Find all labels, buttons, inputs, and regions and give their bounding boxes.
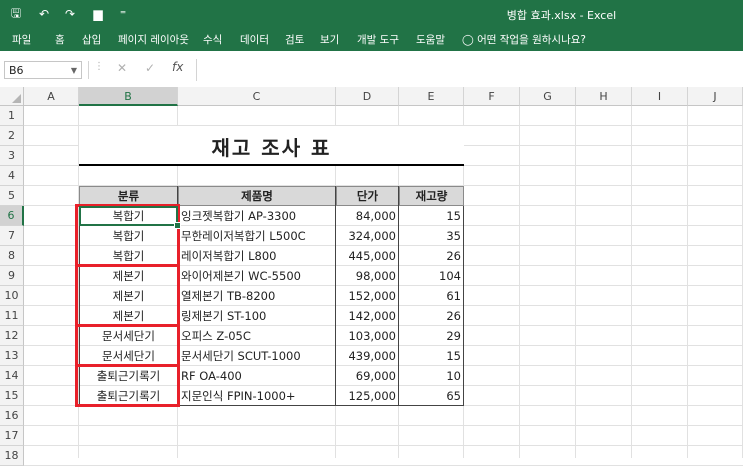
gridline-horizontal (24, 425, 743, 426)
divider (88, 61, 89, 79)
tell-me-box[interactable]: ◯ 어떤 작업을 원하시나요? (462, 32, 586, 47)
active-cell[interactable] (79, 206, 178, 226)
name-box[interactable]: B6 ▼ (4, 61, 82, 79)
row-header-18[interactable]: 18 (0, 446, 24, 466)
more-icon: ⋮ (94, 61, 104, 72)
tab-4[interactable]: 페이지 레이아웃 (118, 32, 189, 47)
chevron-down-icon[interactable]: ▼ (71, 62, 77, 80)
row-header-14[interactable]: 14 (0, 366, 24, 386)
tell-me-text: 어떤 작업을 원하시나요? (477, 34, 586, 46)
enter-icon[interactable]: ✓ (145, 61, 155, 75)
row-header-13[interactable]: 13 (0, 346, 24, 366)
sheet-title: 재고 조사 표 (211, 135, 332, 160)
row-header-5[interactable]: 5 (0, 186, 24, 206)
title-bar: 🖫 ↶ ↷ ▆ ⁼ 병합 효과.xlsx - Excel (0, 0, 743, 28)
row-header-2[interactable]: 2 (0, 126, 24, 146)
row-header-10[interactable]: 10 (0, 286, 24, 306)
table-header-2: 제품명 (178, 186, 336, 206)
insert-function-button[interactable]: fx (172, 60, 183, 74)
tab-2[interactable]: 홈 (55, 32, 65, 47)
row-header-1[interactable]: 1 (0, 106, 24, 126)
column-header-C[interactable]: C (178, 87, 336, 106)
gridline-horizontal (24, 445, 743, 446)
row-header-8[interactable]: 8 (0, 246, 24, 266)
select-all-button[interactable] (0, 87, 24, 106)
table-column-divider (398, 186, 399, 406)
tab-6[interactable]: 데이터 (240, 32, 269, 47)
document-title: 병합 효과.xlsx - Excel (506, 9, 617, 22)
lightbulb-icon: ◯ (462, 34, 474, 46)
column-header-F[interactable]: F (464, 87, 520, 106)
name-box-value: B6 (9, 64, 24, 77)
title-underline (79, 164, 464, 166)
formula-bar: B6 ▼ ⋮ ✕ ✓ fx (0, 51, 743, 88)
column-header-I[interactable]: I (632, 87, 688, 106)
row-header-6[interactable]: 6 (0, 206, 24, 226)
group-highlight-2 (75, 264, 180, 327)
row-header-12[interactable]: 12 (0, 326, 24, 346)
ribbon-tabs: 파일 홈 삽입 페이지 레이아웃 수식 데이터 검토 보기 개발 도구 도움말 ◯ 어떤 작업을 … (0, 28, 743, 51)
row-header-3[interactable]: 3 (0, 146, 24, 166)
fill-handle[interactable] (174, 222, 181, 229)
table-column-divider (335, 186, 336, 406)
row-header-17[interactable]: 17 (0, 426, 24, 446)
table-header-3: 단가 (336, 186, 399, 206)
group-highlight-3 (75, 324, 180, 367)
column-header-E[interactable]: E (399, 87, 464, 106)
formula-input[interactable] (196, 59, 743, 81)
column-header-B[interactable]: B (79, 87, 178, 106)
row-header-15[interactable]: 15 (0, 386, 24, 406)
row-header-4[interactable]: 4 (0, 166, 24, 186)
tab-3[interactable]: 삽입 (82, 32, 101, 47)
column-header-J[interactable]: J (688, 87, 743, 106)
row-header-9[interactable]: 9 (0, 266, 24, 286)
row-header-16[interactable]: 16 (0, 406, 24, 426)
tab-9[interactable]: 개발 도구 (357, 32, 399, 47)
cancel-icon[interactable]: ✕ (117, 61, 127, 75)
column-header-G[interactable]: G (520, 87, 576, 106)
tab-7[interactable]: 검토 (285, 32, 304, 47)
column-header-A[interactable]: A (24, 87, 79, 106)
table-header-4: 재고량 (399, 186, 464, 206)
row-header-11[interactable]: 11 (0, 306, 24, 326)
group-highlight-4 (75, 364, 180, 407)
tab-1[interactable]: 파일 (12, 32, 31, 47)
column-header-H[interactable]: H (576, 87, 632, 106)
tab-5[interactable]: 수식 (203, 32, 222, 47)
tab-10[interactable]: 도움말 (416, 32, 445, 47)
tab-8[interactable]: 보기 (320, 32, 339, 47)
column-header-D[interactable]: D (336, 87, 399, 106)
row-header-7[interactable]: 7 (0, 226, 24, 246)
table-header-1: 분류 (79, 186, 178, 206)
